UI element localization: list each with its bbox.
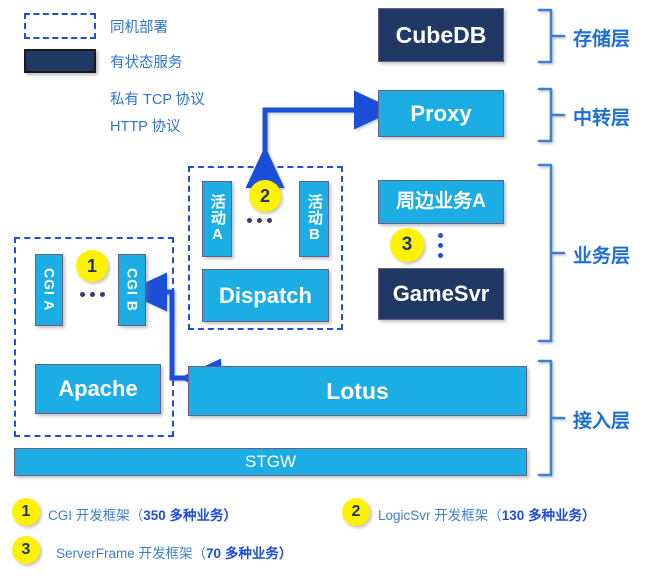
node-gamesvr-label: GameSvr [392,281,490,307]
node-cgi-b-label: CGI B [124,268,141,312]
footnote-2-pre: LogicSvr 开发框架（ [378,508,502,523]
badge-one: 1 [76,250,108,282]
arrow-dispatch-proxy [245,90,397,188]
footnote-text-3: ServerFrame 开发框架（70 多种业务） [56,542,292,562]
legend-label-stateful: 有状态服务 [110,55,183,71]
node-lotus-label: Lotus [326,377,389,404]
node-cgi-b[interactable]: CGI B [118,254,146,326]
node-activity-b[interactable]: 活动B [299,181,329,257]
footnote-badge-3: 3 [12,536,40,564]
badge-three-label: 3 [401,234,413,255]
footnote-text-2: LogicSvr 开发框架（130 多种业务） [378,504,596,524]
node-peripheral-a[interactable]: 周边业务A [378,180,504,224]
footnote-badge-1: 1 [12,498,40,526]
diagram-canvas: 同机部署 有状态服务 私有 TCP 协议 HTTP 协议 CubeDB Prox… [0,0,661,577]
node-peripheral-a-label: 周边业务A [396,191,486,213]
node-stgw-label: STGW [245,452,296,472]
node-cubedb[interactable]: CubeDB [378,8,504,62]
footnote-1-post: 多种业务） [165,508,238,523]
node-activity-b-label: 活动B [305,194,323,244]
layer-label-transit: 中转层 [573,108,631,129]
badge-one-label: 1 [86,255,97,276]
footnote-badge-3-label: 3 [21,541,31,558]
node-cgi-a[interactable]: CGI A [35,254,63,326]
footnote-badge-2: 2 [342,498,370,526]
footnote-badge-1-label: 1 [21,503,31,520]
footnote-2-post: 多种业务） [524,508,596,523]
bracket-storage [537,8,553,64]
legend-stateful-icon [24,49,96,73]
layer-label-access: 接入层 [573,411,631,432]
footnote-3-post: 多种业务） [221,546,293,561]
node-cubedb-label: CubeDB [395,21,487,48]
footnote-badge-2-label: 2 [351,503,361,520]
node-dispatch-label: Dispatch [219,282,312,308]
layer-label-business: 业务层 [573,246,631,267]
badge-two-label: 2 [259,185,270,206]
bracket-transit [537,87,553,143]
footnote-3-count: 70 [206,546,222,561]
ellipsis-cgi [80,292,105,297]
node-gamesvr[interactable]: GameSvr [378,268,504,320]
legend-label-colocated: 同机部署 [110,20,168,36]
footnote-text-1: CGI 开发框架（350 多种业务） [48,504,237,524]
footnote-1-count: 350 [143,508,166,523]
legend-label-tcp: 私有 TCP 协议 [110,92,205,108]
bracket-business [537,163,553,343]
footnote-2-count: 130 [501,508,525,523]
node-activity-a-label: 活动A [208,194,226,244]
node-proxy[interactable]: Proxy [378,90,504,137]
node-apache[interactable]: Apache [35,364,161,414]
legend-label-http: HTTP 协议 [110,119,181,135]
node-activity-a[interactable]: 活动A [202,181,232,257]
node-proxy-label: Proxy [410,100,472,126]
legend-colocated-icon [24,13,96,39]
node-lotus[interactable]: Lotus [188,366,527,416]
badge-two: 2 [249,180,281,212]
ellipsis-activity [247,218,272,223]
bracket-access [537,359,553,477]
badge-three: 3 [390,228,424,262]
footnote-1-pre: CGI 开发框架（ [48,508,144,523]
layer-label-storage: 存储层 [573,29,631,50]
footnote-3-pre: ServerFrame 开发框架（ [56,546,207,561]
node-stgw[interactable]: STGW [14,448,527,476]
node-apache-label: Apache [58,376,138,402]
ellipsis-business-vertical [438,233,443,258]
node-dispatch[interactable]: Dispatch [202,269,329,322]
node-cgi-a-label: CGI A [41,268,58,312]
